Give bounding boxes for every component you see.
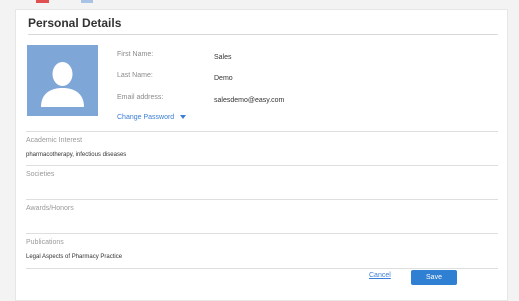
academic-interest-value: pharmacotherapy, infectious diseases [26,152,127,158]
top-strip [0,0,519,9]
caret-down-icon [180,115,187,120]
publications-value: Legal Aspects of Pharmacy Practice [26,254,123,260]
section-divider [26,233,498,234]
first-name-label: First Name: [117,51,154,58]
awards-title: Awards/Honors [26,205,74,212]
first-name-value: Sales [214,54,232,61]
avatar[interactable] [27,45,98,116]
section-divider [26,165,498,166]
change-password-label: Change Password [117,114,175,121]
last-name-value: Demo [214,75,233,82]
user-silhouette-icon [41,62,84,107]
page-title: Personal Details [28,16,122,30]
title-divider [28,34,498,35]
last-name-label: Last Name: [117,72,153,79]
publications-title: Publications [26,239,64,246]
tab-indicator-red [36,0,49,3]
section-divider [26,199,498,200]
email-label: Email address: [117,94,164,101]
change-password-link[interactable]: Change Password [117,114,187,121]
email-value: salesdemo@easy.com [214,97,285,104]
personal-details-card: Personal Details First Name: Sales Last … [15,9,508,301]
cancel-button[interactable]: Cancel [369,272,391,279]
section-divider [26,131,498,132]
save-button[interactable]: Save [411,270,457,285]
academic-interest-title: Academic Interest [26,137,83,144]
societies-title: Societies [26,171,55,178]
footer-divider [26,268,498,269]
tab-indicator-blue [81,0,93,3]
